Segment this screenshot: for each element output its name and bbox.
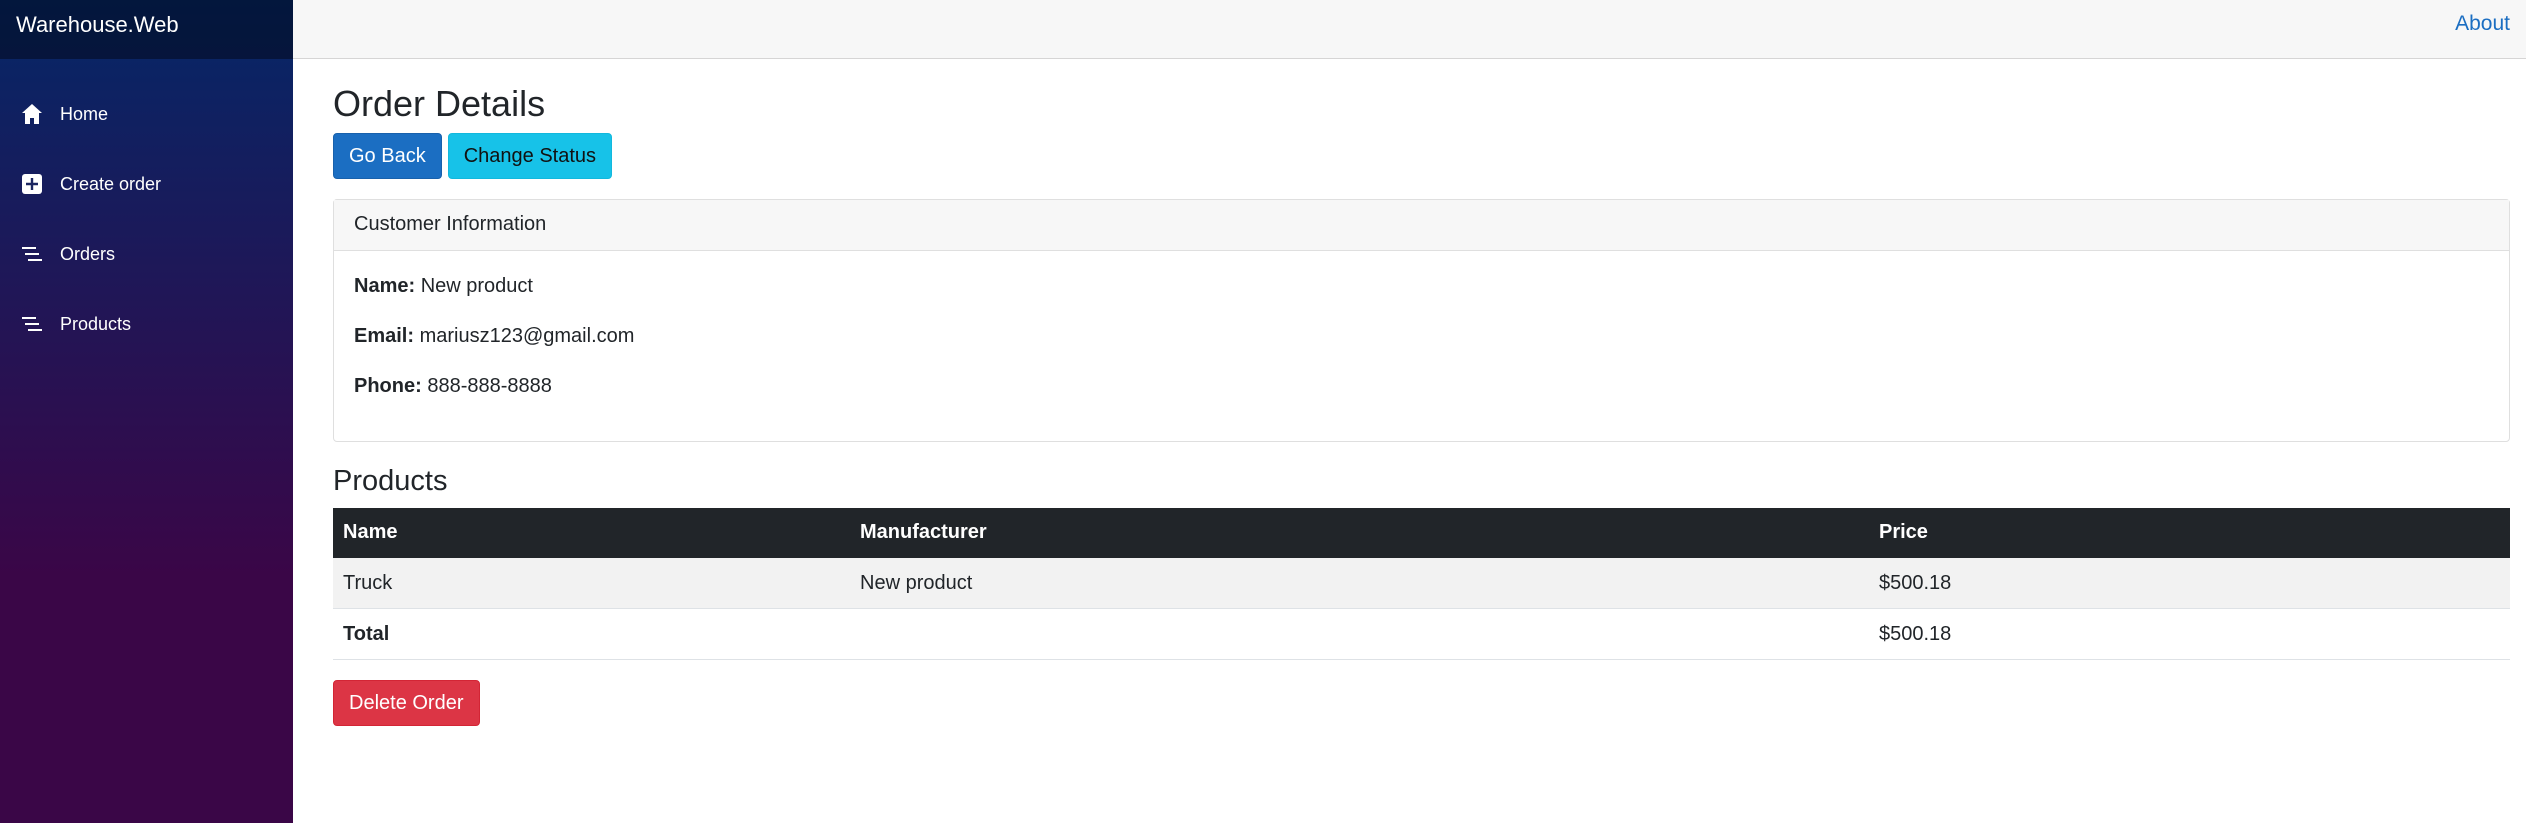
- sidebar-item-label: Create order: [60, 173, 162, 194]
- brand-bar: Warehouse.Web: [0, 0, 293, 59]
- sidebar-nav: Home Create order Orders Products: [0, 79, 293, 359]
- top-row: About: [293, 0, 2526, 59]
- sidebar: Warehouse.Web Home Create order Orders P…: [0, 0, 293, 823]
- change-status-button[interactable]: Change Status: [447, 133, 613, 180]
- products-table: Name Manufacturer Price Truck New produc…: [333, 507, 2510, 661]
- customer-info-header: Customer Information: [334, 200, 2509, 252]
- product-price-cell: $500.18: [1869, 557, 2510, 610]
- customer-name-label: Name:: [354, 275, 416, 298]
- sidebar-item-label: Products: [60, 313, 132, 334]
- brand-link[interactable]: Warehouse.Web: [16, 12, 179, 38]
- table-header-row: Name Manufacturer Price: [333, 507, 2510, 558]
- go-back-button[interactable]: Go Back: [333, 133, 442, 180]
- total-label: Total: [333, 608, 850, 661]
- customer-phone-row: Phone: 888-888-8888: [354, 374, 2489, 398]
- customer-name-row: Name: New product: [354, 274, 2489, 298]
- customer-email-label: Email:: [354, 325, 415, 348]
- product-name-cell: Truck: [333, 557, 850, 610]
- customer-email-row: Email: mariusz123@gmail.com: [354, 324, 2489, 348]
- customer-info-body: Name: New product Email: mariusz123@gmai…: [334, 251, 2509, 398]
- customer-info-card: Customer Information Name: New product E…: [333, 199, 2510, 443]
- product-manufacturer-cell: New product: [850, 557, 1869, 610]
- customer-phone-value: 888-888-8888: [427, 375, 552, 398]
- action-buttons: Go Back Change Status: [333, 133, 2510, 180]
- products-title: Products: [333, 465, 448, 498]
- sidebar-item-label: Home: [60, 103, 109, 124]
- total-row: Total $500.18: [333, 608, 2510, 661]
- list-icon: [20, 312, 44, 336]
- column-header-name: Name: [333, 507, 850, 558]
- sidebar-item-orders[interactable]: Orders: [0, 219, 293, 289]
- customer-name-value: New product: [420, 275, 533, 298]
- page-title: Order Details: [333, 83, 546, 124]
- home-icon: [20, 102, 44, 126]
- column-header-manufacturer: Manufacturer: [850, 507, 1869, 558]
- about-link[interactable]: About: [2455, 12, 2510, 36]
- customer-email-value: mariusz123@gmail.com: [419, 325, 635, 348]
- total-empty-cell: [850, 608, 1869, 661]
- sidebar-item-create-order[interactable]: Create order: [0, 149, 293, 219]
- delete-order-button[interactable]: Delete Order: [333, 680, 480, 727]
- list-icon: [20, 242, 44, 266]
- table-row: Truck New product $500.18: [333, 557, 2510, 610]
- delete-wrap: Delete Order: [333, 680, 2510, 727]
- plus-square-icon: [20, 172, 44, 196]
- total-value: $500.18: [1869, 608, 2510, 661]
- sidebar-item-products[interactable]: Products: [0, 289, 293, 359]
- sidebar-item-label: Orders: [60, 243, 116, 264]
- main-content: Order Details Go Back Change Status Cust…: [333, 59, 2510, 727]
- customer-phone-label: Phone:: [354, 375, 422, 398]
- sidebar-item-home[interactable]: Home: [0, 79, 293, 149]
- column-header-price: Price: [1869, 507, 2510, 558]
